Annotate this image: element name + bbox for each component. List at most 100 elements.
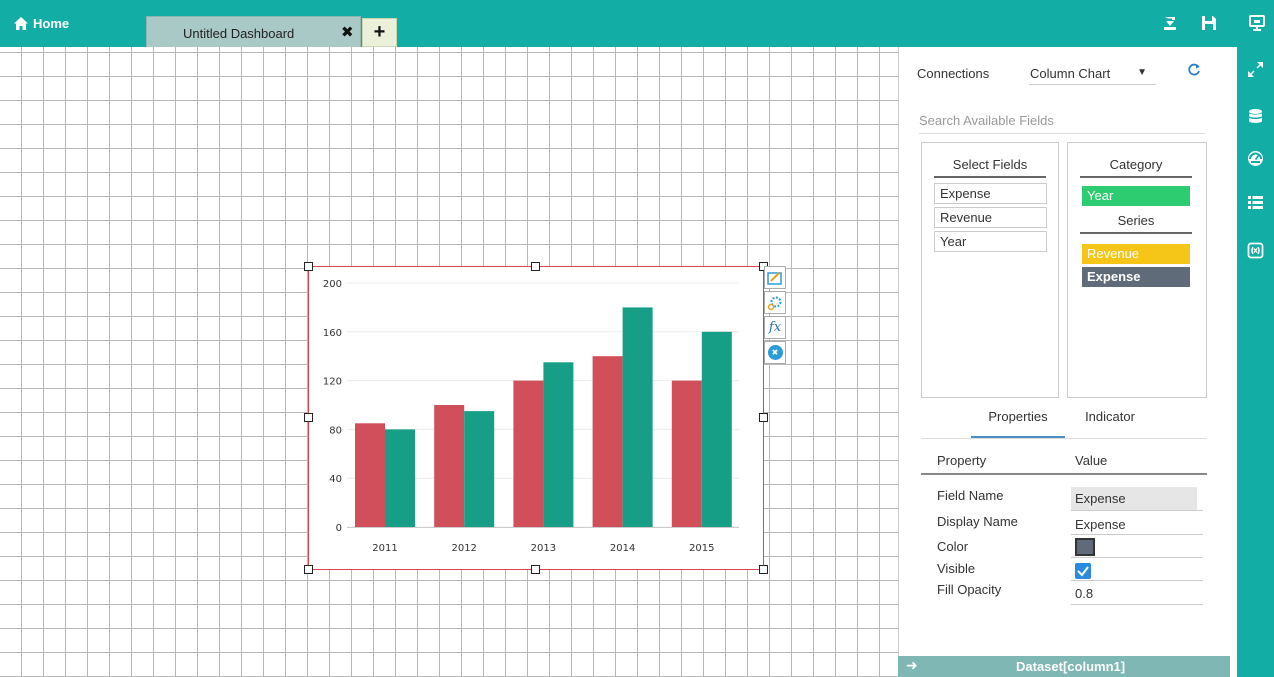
property-row-visible: Visible (921, 560, 1207, 580)
row-divider (1071, 580, 1203, 581)
home-icon (14, 17, 28, 30)
visible-checkbox[interactable] (1075, 563, 1091, 579)
y-tick-label: 200 (323, 279, 342, 290)
chart-type-value: Column Chart (1030, 66, 1111, 81)
configuration-panel: Connections Column Chart ▼ Search Availa… (898, 47, 1230, 677)
right-toolbar (1237, 47, 1274, 677)
edit-chart-button[interactable] (764, 266, 786, 289)
resize-handle-right[interactable] (759, 413, 768, 422)
tab-divider (921, 438, 1207, 439)
property-key: Visible (937, 561, 976, 576)
y-tick-label: 160 (323, 328, 342, 339)
chevron-down-icon: ▼ (1137, 67, 1147, 78)
row-divider (1071, 604, 1203, 605)
property-row-color: Color (921, 538, 1207, 558)
category-series-box: Category Year Series Revenue Expense (1067, 142, 1207, 398)
bar-revenue-2014[interactable] (592, 356, 623, 527)
settings-icon (767, 296, 782, 310)
bar-expense-2011[interactable] (385, 429, 415, 527)
property-key: Display Name (937, 514, 1018, 529)
tab-untitled-dashboard[interactable]: Untitled Dashboard ✖ (146, 16, 361, 47)
y-tick-label: 80 (329, 425, 342, 436)
remove-icon: ✖ (767, 345, 783, 360)
display-name-input[interactable]: Expense (1075, 517, 1126, 532)
column-chart: 0 40 80 120 160 200 2011 2012 2013 2014 2015 (323, 279, 739, 554)
x-tick-label: 2015 (689, 543, 714, 554)
x-tick-label: 2012 (451, 543, 476, 554)
bar-expense-2015[interactable] (701, 331, 732, 527)
row-divider (1071, 534, 1203, 535)
bar-expense-2013[interactable] (543, 362, 574, 527)
series-chip-expense[interactable]: Expense (1082, 267, 1190, 287)
bar-revenue-2015[interactable] (671, 380, 702, 527)
bar-revenue-2013[interactable] (513, 380, 544, 527)
field-revenue[interactable]: Revenue (934, 207, 1047, 228)
preview-icon[interactable] (1249, 15, 1265, 31)
resize-handle-top[interactable] (531, 262, 540, 271)
value-column-header: Value (1075, 453, 1108, 468)
y-tick-label: 120 (323, 377, 342, 388)
chart-type-select[interactable]: Column Chart ▼ (1029, 66, 1156, 85)
properties-header: Property Value (921, 453, 1207, 475)
dashboard-icon[interactable] (1247, 150, 1264, 167)
home-label: Home (33, 16, 70, 31)
connections-label: Connections (917, 66, 990, 81)
variable-icon[interactable] (1247, 242, 1264, 259)
add-tab-button[interactable]: + (362, 18, 397, 47)
tab-properties[interactable]: Properties (971, 409, 1065, 438)
list-icon[interactable] (1247, 194, 1264, 211)
formula-icon: fx (768, 320, 782, 335)
bar-expense-2014[interactable] (622, 307, 653, 527)
tab-close-icon[interactable]: ✖ (341, 23, 354, 41)
property-row-display-name: Display Name Expense (921, 514, 1207, 536)
series-title: Series (1080, 213, 1192, 234)
export-icon[interactable] (1162, 15, 1178, 31)
color-swatch[interactable] (1075, 538, 1095, 556)
expand-icon[interactable] (1247, 61, 1264, 78)
arrow-right-icon[interactable]: ➜ (906, 657, 918, 674)
edit-chart-icon (767, 271, 782, 285)
y-tick-label: 0 (336, 523, 342, 534)
series-chip-revenue[interactable]: Revenue (1082, 244, 1190, 264)
home-button[interactable]: Home (14, 16, 69, 31)
field-year[interactable]: Year (934, 231, 1047, 252)
chart-widget[interactable]: 0 40 80 120 160 200 2011 2012 2013 2014 2015 (308, 266, 764, 570)
field-name-input[interactable]: Expense (1071, 487, 1197, 511)
field-expense[interactable]: Expense (934, 183, 1047, 204)
check-icon (1077, 566, 1089, 577)
widget-toolbar: fx ✖ (764, 266, 786, 366)
save-icon[interactable] (1201, 15, 1217, 31)
refresh-icon[interactable] (1187, 63, 1201, 77)
search-available-fields[interactable]: Search Available Fields (919, 113, 1205, 134)
bar-revenue-2012[interactable] (434, 405, 465, 527)
y-tick-label: 40 (329, 474, 342, 485)
top-bar: Home Untitled Dashboard ✖ + (0, 0, 1274, 47)
remove-widget-button[interactable]: ✖ (764, 341, 786, 364)
x-tick-label: 2011 (372, 543, 397, 554)
property-key: Fill Opacity (937, 582, 1002, 597)
category-chip-year[interactable]: Year (1082, 186, 1190, 206)
formula-button[interactable]: fx (764, 316, 786, 339)
bar-revenue-2011[interactable] (355, 423, 385, 527)
tab-indicator[interactable]: Indicator (1075, 409, 1145, 438)
select-fields-box: Select Fields Expense Revenue Year (921, 142, 1059, 398)
resize-handle-bottom-left[interactable] (304, 565, 313, 574)
row-divider (1071, 510, 1203, 511)
database-icon[interactable] (1247, 108, 1264, 125)
row-divider (1071, 557, 1203, 558)
fill-opacity-input[interactable]: 0.8 (1075, 586, 1093, 601)
field-name-value: Expense (1075, 491, 1126, 506)
property-row-fill-opacity: Fill Opacity 0.8 (921, 582, 1207, 606)
x-tick-label: 2014 (610, 543, 635, 554)
property-column-header: Property (937, 453, 987, 468)
resize-handle-top-left[interactable] (304, 262, 313, 271)
dataset-label: Dataset[column1] (1016, 659, 1126, 674)
resize-handle-bottom[interactable] (531, 565, 540, 574)
resize-handle-bottom-right[interactable] (759, 565, 768, 574)
tab-label: Untitled Dashboard (183, 26, 295, 41)
select-fields-title: Select Fields (934, 157, 1046, 178)
property-key: Field Name (937, 488, 1004, 503)
resize-handle-left[interactable] (304, 413, 313, 422)
bar-expense-2012[interactable] (464, 411, 495, 527)
settings-button[interactable] (764, 291, 786, 314)
